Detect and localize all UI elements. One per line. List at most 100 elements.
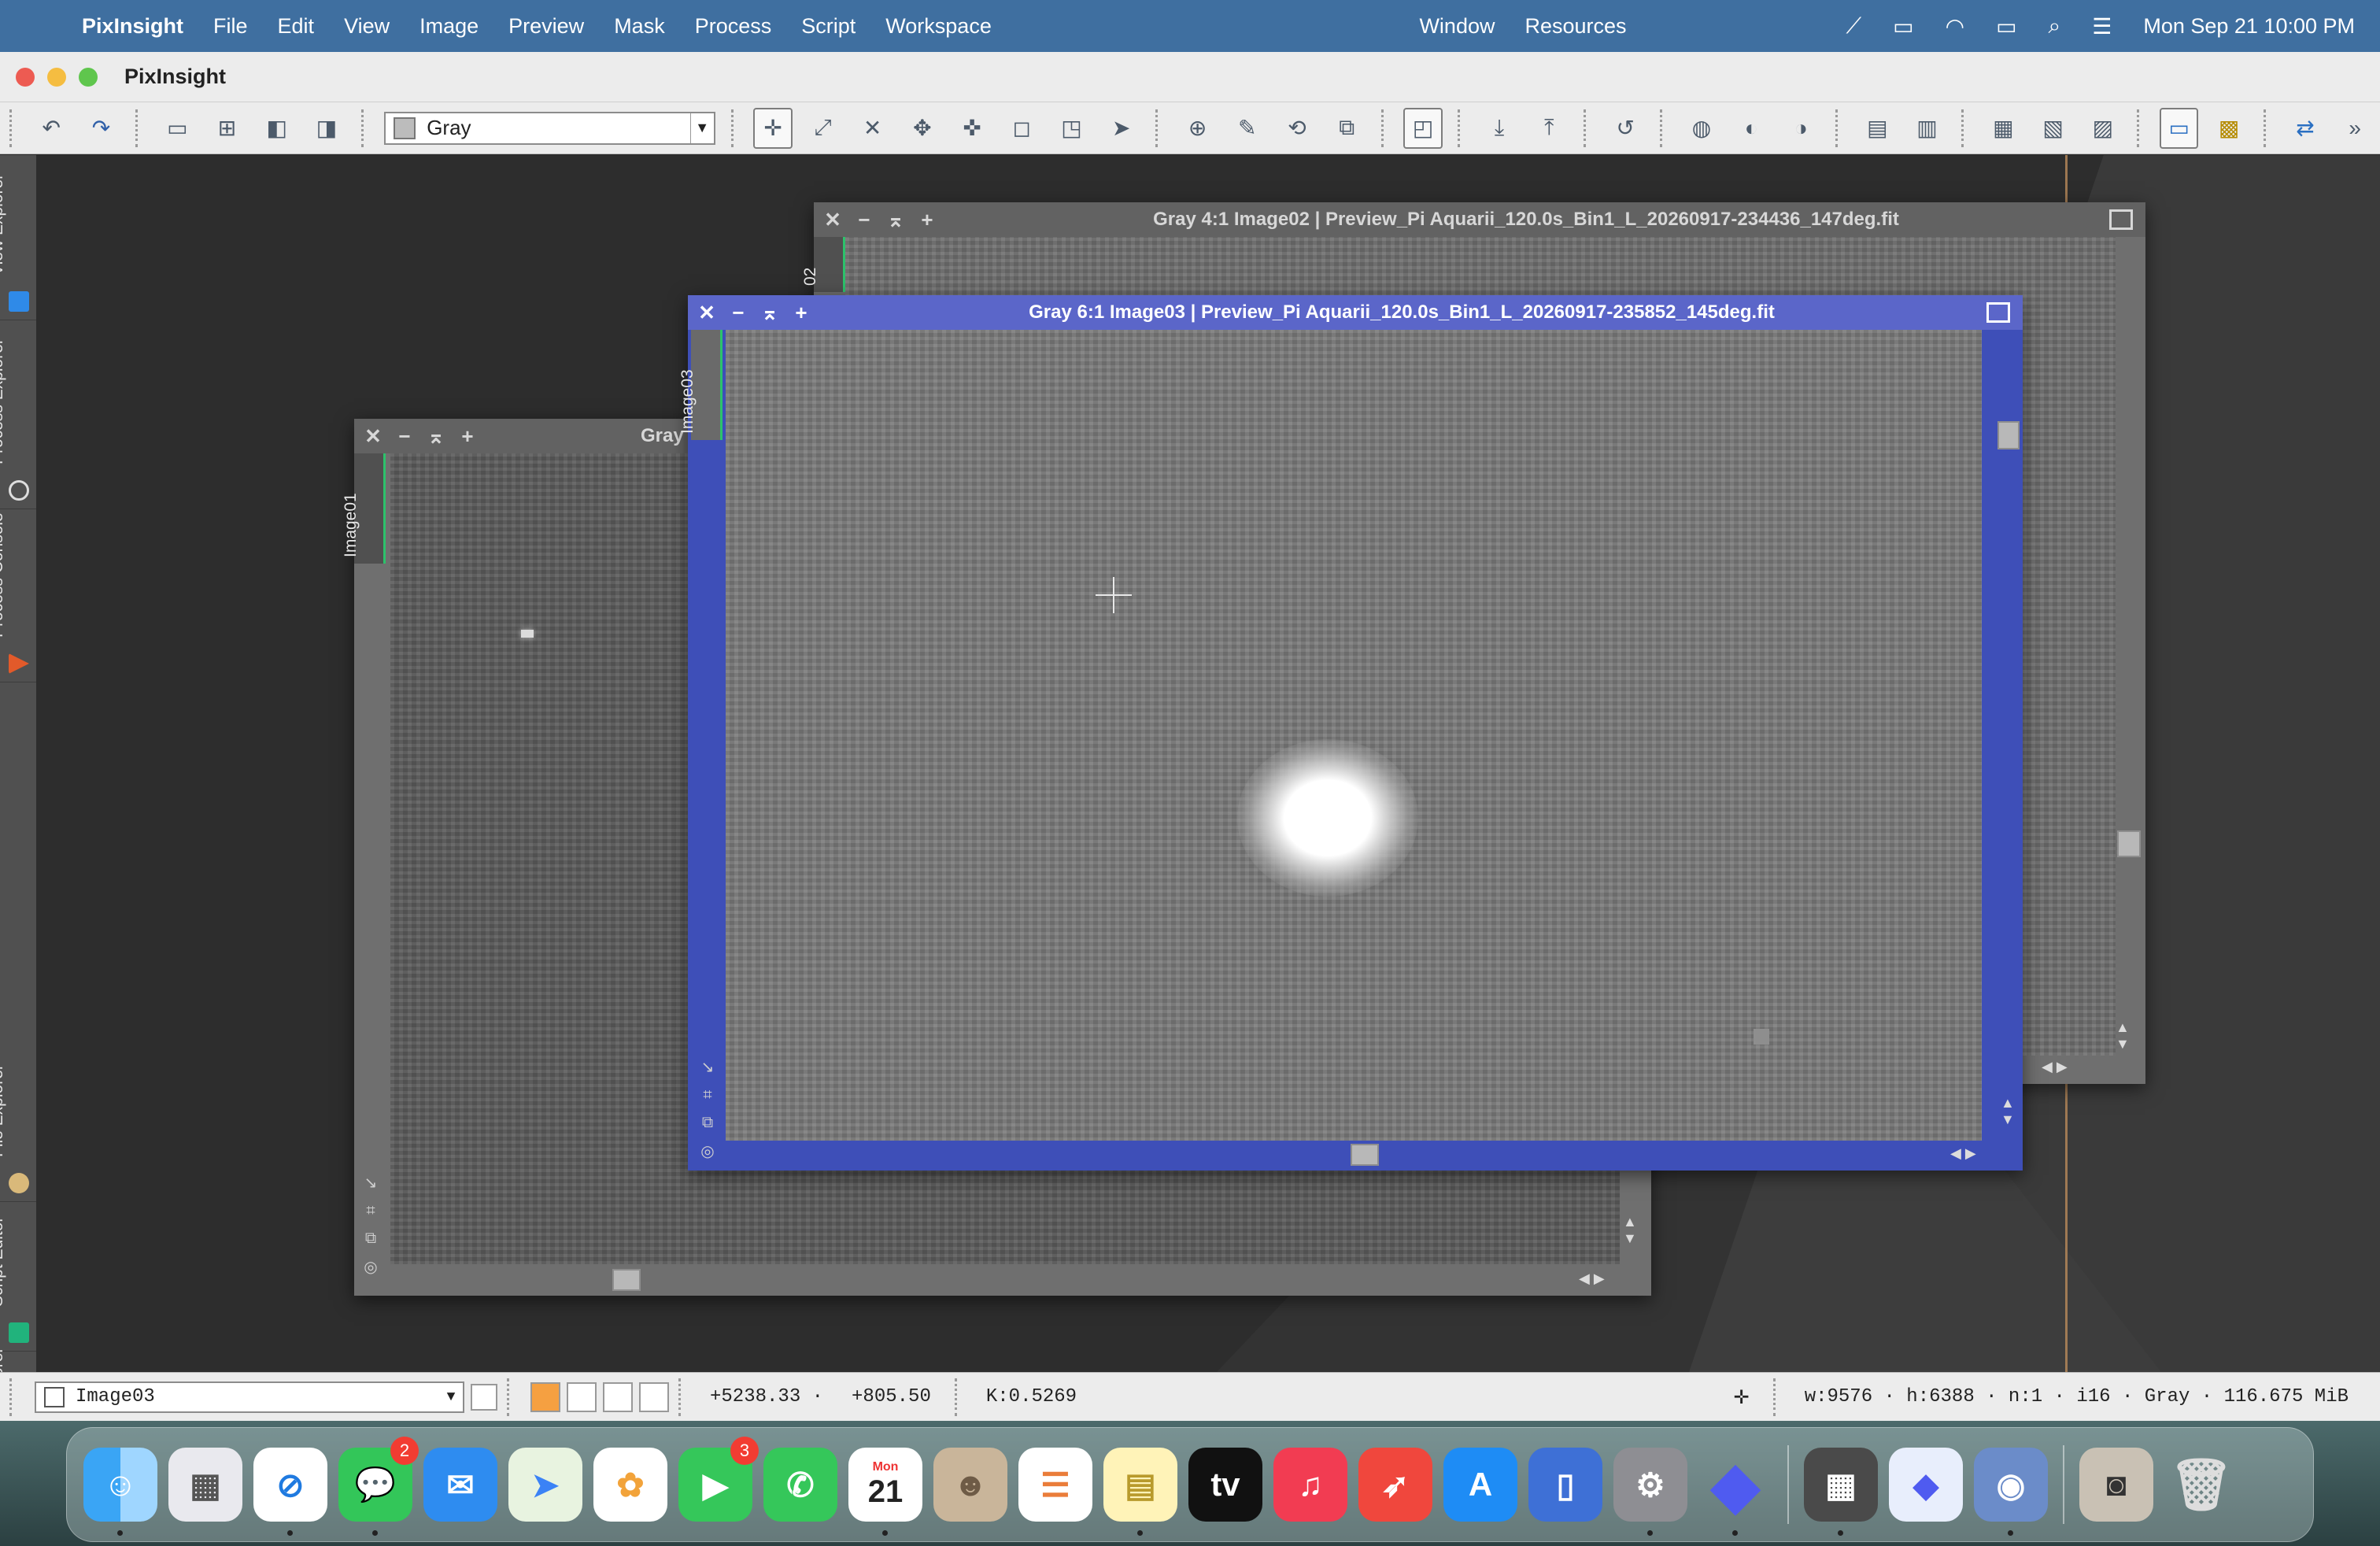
duplicate-image-icon[interactable]: ◧ xyxy=(257,108,296,149)
menu-mask[interactable]: Mask xyxy=(599,14,680,39)
stf-icon[interactable]: ▦ xyxy=(1984,108,2023,149)
battery-icon[interactable]: ▭ xyxy=(1980,13,2032,39)
edit-icon[interactable]: ✎ xyxy=(1228,108,1266,149)
toolbar-grip[interactable] xyxy=(1835,109,1843,147)
scroll-arrows-horizontal-icon[interactable]: ◀ ▶ xyxy=(1950,1145,1976,1162)
colorspace-select[interactable]: Gray ▼ xyxy=(384,111,715,145)
mask-view-icon[interactable]: ◰ xyxy=(1403,107,1443,149)
target-icon[interactable]: ◎ xyxy=(364,1257,377,1277)
display-icon[interactable]: ▭ xyxy=(2160,107,2199,149)
restore-icon[interactable]: ⤒ xyxy=(1530,108,1569,149)
crop-icon[interactable]: ⌗ xyxy=(703,1086,711,1104)
pixinsight-icon[interactable]: ◆ xyxy=(1698,1448,1772,1536)
launchpad-icon[interactable]: ▦ xyxy=(168,1448,242,1522)
shade-icon[interactable]: − xyxy=(389,424,420,449)
bit-depth-icon[interactable]: ▩ xyxy=(2209,108,2248,149)
iconize-icon[interactable]: ⌅ xyxy=(420,424,452,449)
calendar-icon[interactable]: Mon 21 xyxy=(848,1448,922,1536)
menu-script[interactable]: Script xyxy=(786,14,870,39)
close-icon[interactable]: ✕ xyxy=(691,301,722,325)
maximize-icon[interactable]: + xyxy=(911,208,943,232)
toolbar-grip[interactable] xyxy=(360,109,369,147)
new-preview-icon[interactable]: ◳ xyxy=(1052,108,1091,149)
menu-file[interactable]: File xyxy=(198,14,263,39)
image03-title-bar[interactable]: ✕ − ⌅ + Gray 6:1 Image03 | Preview_Pi Aq… xyxy=(688,295,2023,330)
toolbar-grip[interactable] xyxy=(9,109,17,147)
system-settings-icon[interactable]: ⚙ xyxy=(1613,1448,1687,1536)
vertical-scroll-thumb[interactable] xyxy=(2117,830,2141,857)
disk-utility-icon[interactable]: ◉ xyxy=(1974,1448,2048,1536)
mask-show-icon[interactable]: ◑ xyxy=(1782,108,1820,149)
redo-icon[interactable]: ↷ xyxy=(82,108,120,149)
maximize-icon[interactable]: + xyxy=(785,301,817,325)
safari-icon[interactable]: ⊘ xyxy=(253,1448,327,1536)
toolbar-grip[interactable] xyxy=(135,109,143,147)
image02-view-tab[interactable]: 02 xyxy=(801,237,845,292)
screenshot-preview-icon[interactable]: ◙ xyxy=(2079,1448,2153,1522)
undo-icon[interactable]: ↶ xyxy=(32,108,71,149)
new-image-icon[interactable]: ▭ xyxy=(158,108,197,149)
iconize-icon[interactable]: ⌅ xyxy=(880,208,911,232)
menu-clock[interactable]: Mon Sep 21 10:00 PM xyxy=(2127,14,2380,39)
menu-image[interactable]: Image xyxy=(405,14,493,39)
channel-blue-button[interactable] xyxy=(639,1381,669,1412)
control-center-icon[interactable]: ☰ xyxy=(2076,13,2127,39)
menu-edit[interactable]: Edit xyxy=(263,14,330,39)
fit-view-icon[interactable]: ⤢ xyxy=(804,108,842,149)
scroll-arrows-vertical-icon[interactable]: ▲ ▼ xyxy=(1623,1214,1637,1247)
calculator-icon[interactable]: ▦ xyxy=(1804,1448,1878,1536)
resize-icon[interactable]: ↘ xyxy=(364,1173,378,1193)
window-maximize-icon[interactable] xyxy=(1986,302,2010,323)
pan-mode-icon[interactable]: ✥ xyxy=(903,108,941,149)
mask-invert-icon[interactable]: ◐ xyxy=(1732,108,1771,149)
menu-process[interactable]: Process xyxy=(680,14,787,39)
statusbar-grip[interactable] xyxy=(678,1378,686,1416)
toolbar-overflow-icon[interactable]: » xyxy=(2336,108,2374,149)
readout-mode-icon[interactable]: ✛ xyxy=(1734,1386,1750,1408)
add-preview-icon[interactable]: ⊕ xyxy=(1178,108,1217,149)
menu-preview[interactable]: Preview xyxy=(493,14,599,39)
toolbar-grip[interactable] xyxy=(730,109,739,147)
workspace-icon[interactable]: ⇄ xyxy=(2286,108,2324,149)
photos-icon[interactable]: ✿ xyxy=(593,1448,667,1522)
target-icon[interactable]: ◎ xyxy=(700,1141,714,1161)
view-selector[interactable]: Image03 ▼ xyxy=(35,1381,464,1413)
maps-icon[interactable]: ➤ xyxy=(508,1448,582,1522)
music-icon[interactable]: ♫ xyxy=(1273,1448,1347,1522)
channel-rgb-button[interactable] xyxy=(530,1381,560,1412)
rocket-icon[interactable]: ➶ xyxy=(1358,1448,1432,1522)
contacts-icon[interactable]: ☻ xyxy=(933,1448,1007,1522)
crop-icon[interactable]: ⌗ xyxy=(366,1202,375,1220)
scroll-arrows-vertical-icon[interactable]: ▲ ▼ xyxy=(2001,1095,2015,1128)
dock-tab-process-console[interactable]: Process Console xyxy=(0,509,36,682)
statusbar-grip[interactable] xyxy=(507,1378,515,1416)
trash-icon[interactable]: 🗑 xyxy=(2164,1448,2238,1522)
facetime-icon[interactable]: ▶ 3 xyxy=(678,1437,759,1522)
image03-view-tab[interactable]: Image03 xyxy=(678,330,722,440)
finder-icon[interactable]: ☺ xyxy=(83,1448,157,1536)
store-icon[interactable]: ⤓ xyxy=(1480,108,1519,149)
toolbar-grip[interactable] xyxy=(1155,109,1163,147)
horizontal-scroll-thumb[interactable] xyxy=(1351,1144,1379,1166)
scroll-arrows-horizontal-icon[interactable]: ◀ ▶ xyxy=(1579,1270,1605,1287)
statusbar-grip[interactable] xyxy=(954,1378,963,1416)
menu-view[interactable]: View xyxy=(329,14,405,39)
toolbar-grip[interactable] xyxy=(2263,109,2271,147)
stf-auto-icon[interactable]: ▧ xyxy=(2034,108,2072,149)
preview-transform-icon[interactable]: ⟲ xyxy=(1277,108,1316,149)
mask-enable-icon[interactable]: ◍ xyxy=(1682,108,1720,149)
toolbar-grip[interactable] xyxy=(1457,109,1465,147)
readout-mode-icon[interactable]: ✛ xyxy=(753,107,793,149)
apple-tv-icon[interactable]: tv xyxy=(1188,1448,1262,1522)
app-store-icon[interactable]: A xyxy=(1443,1448,1517,1522)
pixinsight-alt-icon[interactable]: ◆ xyxy=(1889,1448,1963,1522)
close-window-button[interactable] xyxy=(16,67,35,87)
reminders-icon[interactable]: ☰ xyxy=(1018,1448,1092,1522)
messages-icon[interactable]: 💬 2 xyxy=(338,1437,419,1536)
stage-manager-icon[interactable]: ⟋ xyxy=(1831,13,1878,39)
toolbar-grip[interactable] xyxy=(1583,109,1591,147)
shade-icon[interactable]: − xyxy=(722,301,754,325)
maximize-icon[interactable]: + xyxy=(452,424,483,449)
copy-icon[interactable]: ⧉ xyxy=(365,1230,376,1248)
scroll-arrows-horizontal-icon[interactable]: ◀ ▶ xyxy=(2042,1059,2068,1075)
